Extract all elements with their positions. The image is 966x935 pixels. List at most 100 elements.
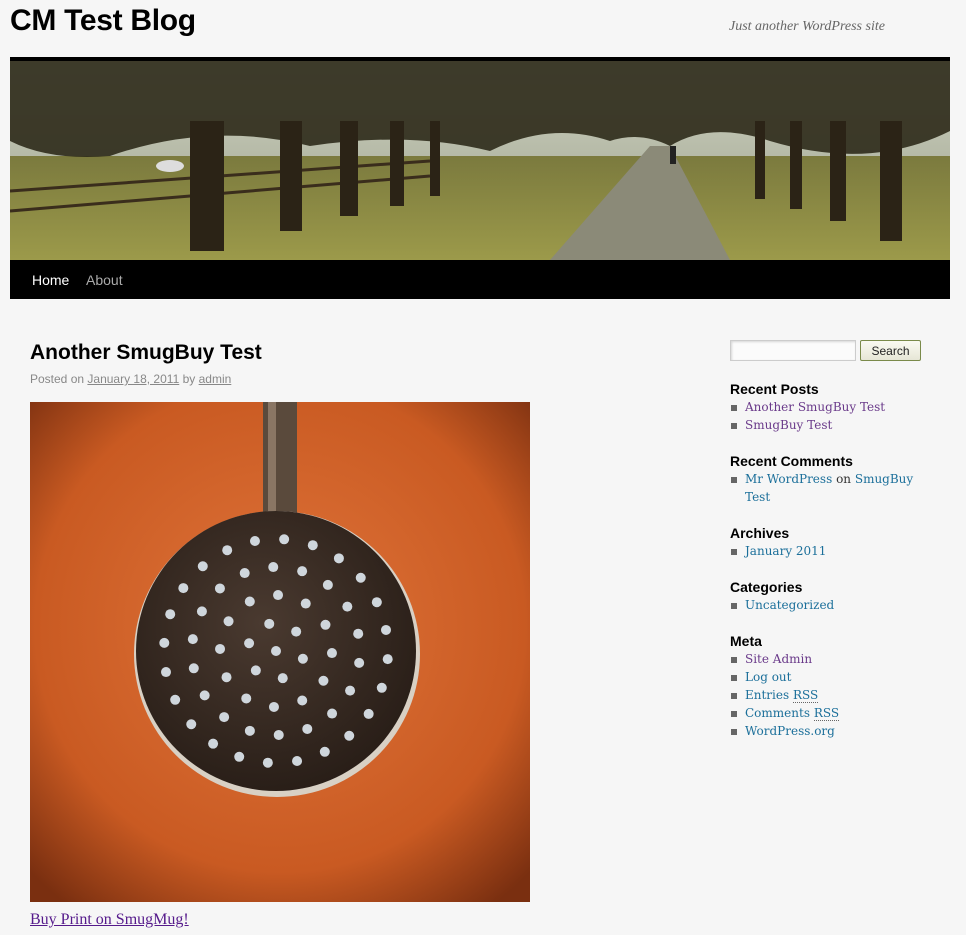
list-item: Site Admin <box>730 650 930 668</box>
shower-hole <box>268 701 279 712</box>
shower-hole <box>297 695 308 706</box>
shower-hole <box>318 675 329 686</box>
nav-item-about[interactable]: About <box>86 272 123 288</box>
shower-hole <box>353 628 364 639</box>
shower-hole <box>244 725 255 736</box>
shower-hole <box>333 553 344 564</box>
recent-posts-list: Another SmugBuy Test SmugBuy Test <box>730 398 930 434</box>
list-item: Log out <box>730 668 930 686</box>
site-admin-link[interactable]: Site Admin <box>745 652 812 666</box>
shower-hole <box>268 562 279 573</box>
shower-hole <box>170 694 181 705</box>
shower-hole <box>249 535 260 546</box>
list-item: Another SmugBuy Test <box>730 398 930 416</box>
shower-hole <box>277 673 288 684</box>
shower-hole <box>234 751 245 762</box>
shower-hole <box>244 596 255 607</box>
shower-hole <box>320 619 331 630</box>
shower-hole <box>219 712 230 723</box>
shower-hole <box>223 616 234 627</box>
recent-post-link[interactable]: SmugBuy Test <box>745 418 832 432</box>
shower-hole <box>159 637 170 648</box>
list-item: WordPress.org <box>730 722 930 740</box>
shower-hole <box>273 590 284 601</box>
post-author-link[interactable]: admin <box>199 372 232 386</box>
shower-hole <box>292 756 303 767</box>
category-link[interactable]: Uncategorized <box>745 598 834 612</box>
post-image[interactable] <box>30 402 530 902</box>
shower-hole <box>322 579 333 590</box>
recent-comments-list: Mr WordPress on SmugBuy Test <box>730 470 930 506</box>
post-meta: Posted on January 18, 2011 by admin <box>30 372 231 386</box>
list-item: Uncategorized <box>730 596 930 614</box>
shower-hole <box>196 606 207 617</box>
archive-link[interactable]: January 2011 <box>745 544 826 558</box>
list-item: January 2011 <box>730 542 930 560</box>
archives-list: January 2011 <box>730 542 930 560</box>
shower-hole <box>208 738 219 749</box>
site-description: Just another WordPress site <box>729 19 885 34</box>
shower-hole <box>300 598 311 609</box>
shower-hole <box>326 648 337 659</box>
shower-hole <box>302 723 313 734</box>
shower-hole <box>187 634 198 645</box>
shower-hole <box>279 534 290 545</box>
post-title[interactable]: Another SmugBuy Test <box>30 341 262 365</box>
shower-hole <box>186 719 197 730</box>
comments-rss-link[interactable]: Comments RSS <box>745 706 840 721</box>
search-button[interactable]: Search <box>860 340 921 361</box>
header-image <box>10 61 950 260</box>
shower-hole <box>297 566 308 577</box>
site-title[interactable]: CM Test Blog <box>10 4 196 38</box>
recent-comments-heading: Recent Comments <box>730 453 853 469</box>
wordpress-org-link[interactable]: WordPress.org <box>745 724 835 738</box>
shower-hole <box>214 583 225 594</box>
log-out-link[interactable]: Log out <box>745 670 791 684</box>
post-date-link[interactable]: January 18, 2011 <box>87 372 179 386</box>
buy-print-link[interactable]: Buy Print on SmugMug! <box>30 911 189 929</box>
shower-hole <box>344 730 355 741</box>
shower-hole <box>197 561 208 572</box>
shower-hole <box>199 690 210 701</box>
search-input[interactable] <box>730 340 856 361</box>
comment-author-link[interactable]: Mr WordPress <box>745 472 832 486</box>
comment-post-link[interactable]: SmugBuy <box>855 472 913 486</box>
shower-hole <box>262 757 273 768</box>
archives-heading: Archives <box>730 525 790 541</box>
shower-hole <box>244 638 255 649</box>
shower-hole <box>273 729 284 740</box>
shower-hole <box>271 646 281 656</box>
shower-hole <box>297 653 308 664</box>
shower-hole <box>241 693 252 704</box>
shower-hole <box>222 545 233 556</box>
comments-label: Comments <box>745 706 810 720</box>
shower-hole <box>345 685 356 696</box>
comment-on-text: on <box>836 472 852 486</box>
recent-post-link[interactable]: Another SmugBuy Test <box>745 400 885 414</box>
shower-hole <box>376 682 387 693</box>
entries-rss-link[interactable]: Entries RSS <box>745 688 819 703</box>
shower-hole <box>160 667 171 678</box>
list-item: Mr WordPress on SmugBuy Test <box>730 470 930 506</box>
shower-hole <box>221 672 232 683</box>
list-item: Comments RSS <box>730 704 930 722</box>
shower-hole <box>165 609 176 620</box>
categories-heading: Categories <box>730 579 803 595</box>
meta-list: Site Admin Log out Entries RSS Comments … <box>730 650 930 740</box>
shower-hole <box>381 624 392 635</box>
shower-hole <box>239 568 250 579</box>
nav-item-home[interactable]: Home <box>32 272 69 288</box>
shower-hole <box>178 583 189 594</box>
shower-hole <box>215 643 226 654</box>
rss-abbr: RSS <box>792 688 819 703</box>
shower-hole <box>264 618 275 629</box>
shower-hole <box>363 708 374 719</box>
shower-hole <box>307 540 318 551</box>
recent-posts-heading: Recent Posts <box>730 381 819 397</box>
shower-hole <box>188 663 199 674</box>
shower-hole <box>371 597 382 608</box>
comment-post-link-cont[interactable]: Test <box>745 490 770 504</box>
meta-heading: Meta <box>730 633 762 649</box>
shower-hole <box>354 657 365 668</box>
shower-hole <box>382 654 393 665</box>
